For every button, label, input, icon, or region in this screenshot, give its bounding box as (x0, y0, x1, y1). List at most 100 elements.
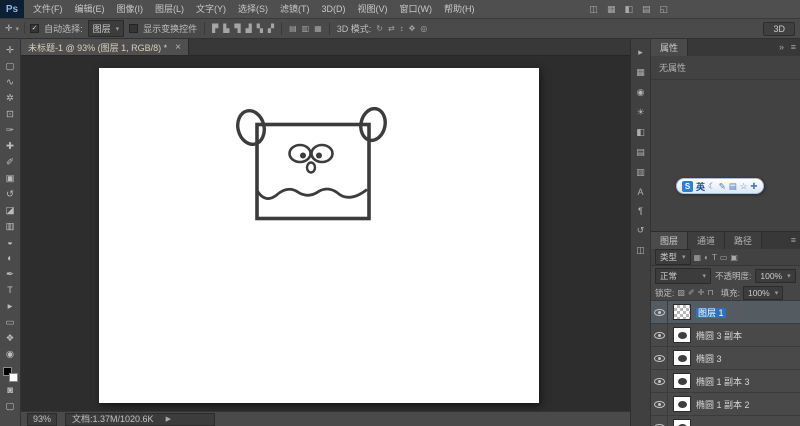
layer-name[interactable]: 图层 1 (696, 307, 726, 318)
tab-channels[interactable]: 通道 (688, 232, 726, 249)
document-info[interactable]: 文档:1.37M/1020.6K ▶ (65, 412, 216, 426)
menu-item-filter[interactable]: 滤镜(T) (274, 0, 316, 18)
visibility-eye-icon[interactable] (651, 416, 668, 426)
auto-select-checkbox[interactable]: ✓ (30, 24, 40, 33)
align-left-icon[interactable]: ▛ (212, 24, 218, 33)
ime-pen-icon[interactable]: ✎ (719, 181, 726, 192)
eyedropper-tool[interactable]: ✑ (1, 122, 20, 138)
ime-moon-icon[interactable]: ☾ (708, 181, 716, 192)
status-expand-icon[interactable]: ▶ (166, 414, 171, 425)
zoom-tools-icon[interactable]: ◧ (624, 4, 633, 15)
filter-type-layers-icon[interactable]: T (712, 253, 717, 262)
layer-filter-dropdown[interactable]: 类型 ▾ (655, 249, 691, 265)
collapse-dock-icon[interactable]: » (779, 42, 784, 52)
lock-all-icon[interactable]: ⊓ (707, 288, 713, 297)
tab-layers[interactable]: 图层 (651, 232, 689, 249)
path-selection-tool[interactable]: ▸ (1, 298, 20, 314)
character-icon[interactable]: A (637, 187, 643, 197)
quick-mask-button[interactable]: ◙ (1, 382, 20, 398)
layer-row-3[interactable]: 椭圆 3 (651, 347, 800, 370)
color-swatches[interactable] (2, 367, 18, 382)
fill-dropdown[interactable]: 100% ▾ (742, 285, 784, 300)
lasso-tool[interactable]: ∿ (1, 74, 20, 90)
blur-tool[interactable]: ◒ (1, 234, 20, 250)
menu-item-image[interactable]: 图像(I) (111, 0, 150, 18)
align-top-icon[interactable]: ▟ (246, 24, 252, 33)
launch-bridge-icon[interactable]: ◫ (589, 4, 598, 15)
menu-item-3d[interactable]: 3D(D) (316, 0, 352, 18)
lock-image-pixels-icon[interactable]: ✐ (688, 288, 695, 297)
menu-item-layer[interactable]: 图层(L) (149, 0, 190, 18)
move-tool[interactable]: ✛ (1, 42, 20, 58)
visibility-eye-icon[interactable] (651, 370, 668, 392)
screen-mode-icon[interactable]: ◱ (659, 4, 668, 15)
color-icon[interactable]: ▤ (636, 147, 645, 158)
healing-brush-tool[interactable]: ✚ (1, 138, 20, 154)
close-icon[interactable]: × (175, 42, 181, 53)
ime-keyboard-icon[interactable]: ▤ (729, 181, 737, 192)
screen-mode-button[interactable]: ▢ (1, 398, 20, 414)
lock-transparent-pixels-icon[interactable]: ▨ (677, 288, 685, 297)
ime-star-icon[interactable]: ☆ (740, 181, 748, 192)
layer-thumbnail[interactable] (673, 373, 691, 389)
ime-logo-icon[interactable]: S (682, 180, 693, 192)
pen-tool[interactable]: ✒ (1, 266, 20, 282)
gradient-tool[interactable]: ▥ (1, 218, 20, 234)
hand-tool[interactable]: ❖ (1, 330, 20, 346)
align-middle-icon[interactable]: ▚ (257, 24, 263, 33)
ime-toolbar[interactable]: S 英 ☾ ✎ ▤ ☆ ✚ (676, 178, 764, 194)
document-canvas[interactable] (99, 68, 539, 403)
layer-name[interactable]: 椭圆 3 副本 (696, 331, 742, 341)
3d-roll-icon[interactable]: ⇄ (388, 24, 395, 33)
layer-thumbnail[interactable] (673, 327, 691, 343)
align-bottom-icon[interactable]: ▞ (268, 24, 274, 33)
tool-preset-picker[interactable]: ✛ ▾ (5, 23, 26, 34)
blend-mode-dropdown[interactable]: 正常 ▾ (655, 267, 711, 284)
align-center-h-icon[interactable]: ▙ (223, 24, 229, 33)
canvas-workspace[interactable] (21, 56, 630, 411)
align-right-icon[interactable]: ▜ (234, 24, 240, 33)
layer-thumbnail[interactable] (673, 350, 691, 366)
layer-name[interactable]: 椭圆 1 副本 3 (696, 377, 750, 387)
layer-row-5[interactable]: 椭圆 1 副本 2 (651, 393, 800, 416)
zoom-tool[interactable]: ◉ (1, 346, 20, 362)
history-brush-tool[interactable]: ↺ (1, 186, 20, 202)
visibility-eye-icon[interactable] (651, 324, 668, 346)
filter-shape-layers-icon[interactable]: ▭ (720, 253, 728, 262)
crop-tool[interactable]: ⊡ (1, 106, 20, 122)
tab-properties[interactable]: 属性 (651, 39, 689, 56)
layer-row-4[interactable]: 椭圆 1 副本 3 (651, 370, 800, 393)
mini-bridge-icon[interactable]: ▸ (638, 47, 643, 58)
document-tab[interactable]: 未标题-1 @ 93% (图层 1, RGB/8) * × (21, 39, 190, 55)
visibility-eye-icon[interactable] (651, 393, 668, 415)
tab-paths[interactable]: 路径 (725, 232, 763, 249)
distribute-all-icon[interactable]: ▦ (314, 24, 322, 33)
menu-item-edit[interactable]: 编辑(E) (69, 0, 111, 18)
paragraph-icon[interactable]: ¶ (638, 206, 643, 216)
panel-menu-icon[interactable]: ≡ (791, 42, 796, 52)
styles-icon[interactable]: ◧ (636, 127, 645, 138)
3d-drag-icon[interactable]: ↕ (400, 24, 404, 33)
layer-row-2[interactable]: 椭圆 3 副本 (651, 324, 800, 347)
menu-item-file[interactable]: 文件(F) (27, 0, 69, 18)
navigator-icon[interactable]: ◉ (637, 87, 645, 98)
layer-name[interactable]: 椭圆 1 副本 2 (696, 400, 750, 410)
info-icon[interactable]: ◫ (636, 245, 645, 256)
filter-adjustment-layers-icon[interactable]: ◐ (704, 253, 709, 262)
panel-menu-icon[interactable]: ≡ (791, 235, 796, 245)
menu-item-window[interactable]: 窗口(W) (394, 0, 439, 18)
shape-tool[interactable]: ▭ (1, 314, 20, 330)
dodge-tool[interactable]: ◐ (1, 250, 20, 266)
lock-position-icon[interactable]: ✛ (698, 288, 705, 297)
menu-item-select[interactable]: 选择(S) (232, 0, 274, 18)
menu-item-view[interactable]: 视图(V) (352, 0, 394, 18)
filter-pixel-layers-icon[interactable]: ▦ (694, 253, 702, 262)
arrange-documents-icon[interactable]: ▤ (642, 4, 651, 15)
visibility-eye-icon[interactable] (651, 347, 668, 369)
distribute-h-icon[interactable]: ▤ (289, 24, 297, 33)
show-transform-checkbox[interactable] (129, 24, 139, 33)
visibility-eye-icon[interactable] (651, 301, 668, 323)
layer-thumbnail[interactable] (673, 419, 691, 426)
3d-rotate-icon[interactable]: ↻ (376, 24, 383, 33)
opacity-dropdown[interactable]: 100% ▾ (755, 268, 796, 283)
